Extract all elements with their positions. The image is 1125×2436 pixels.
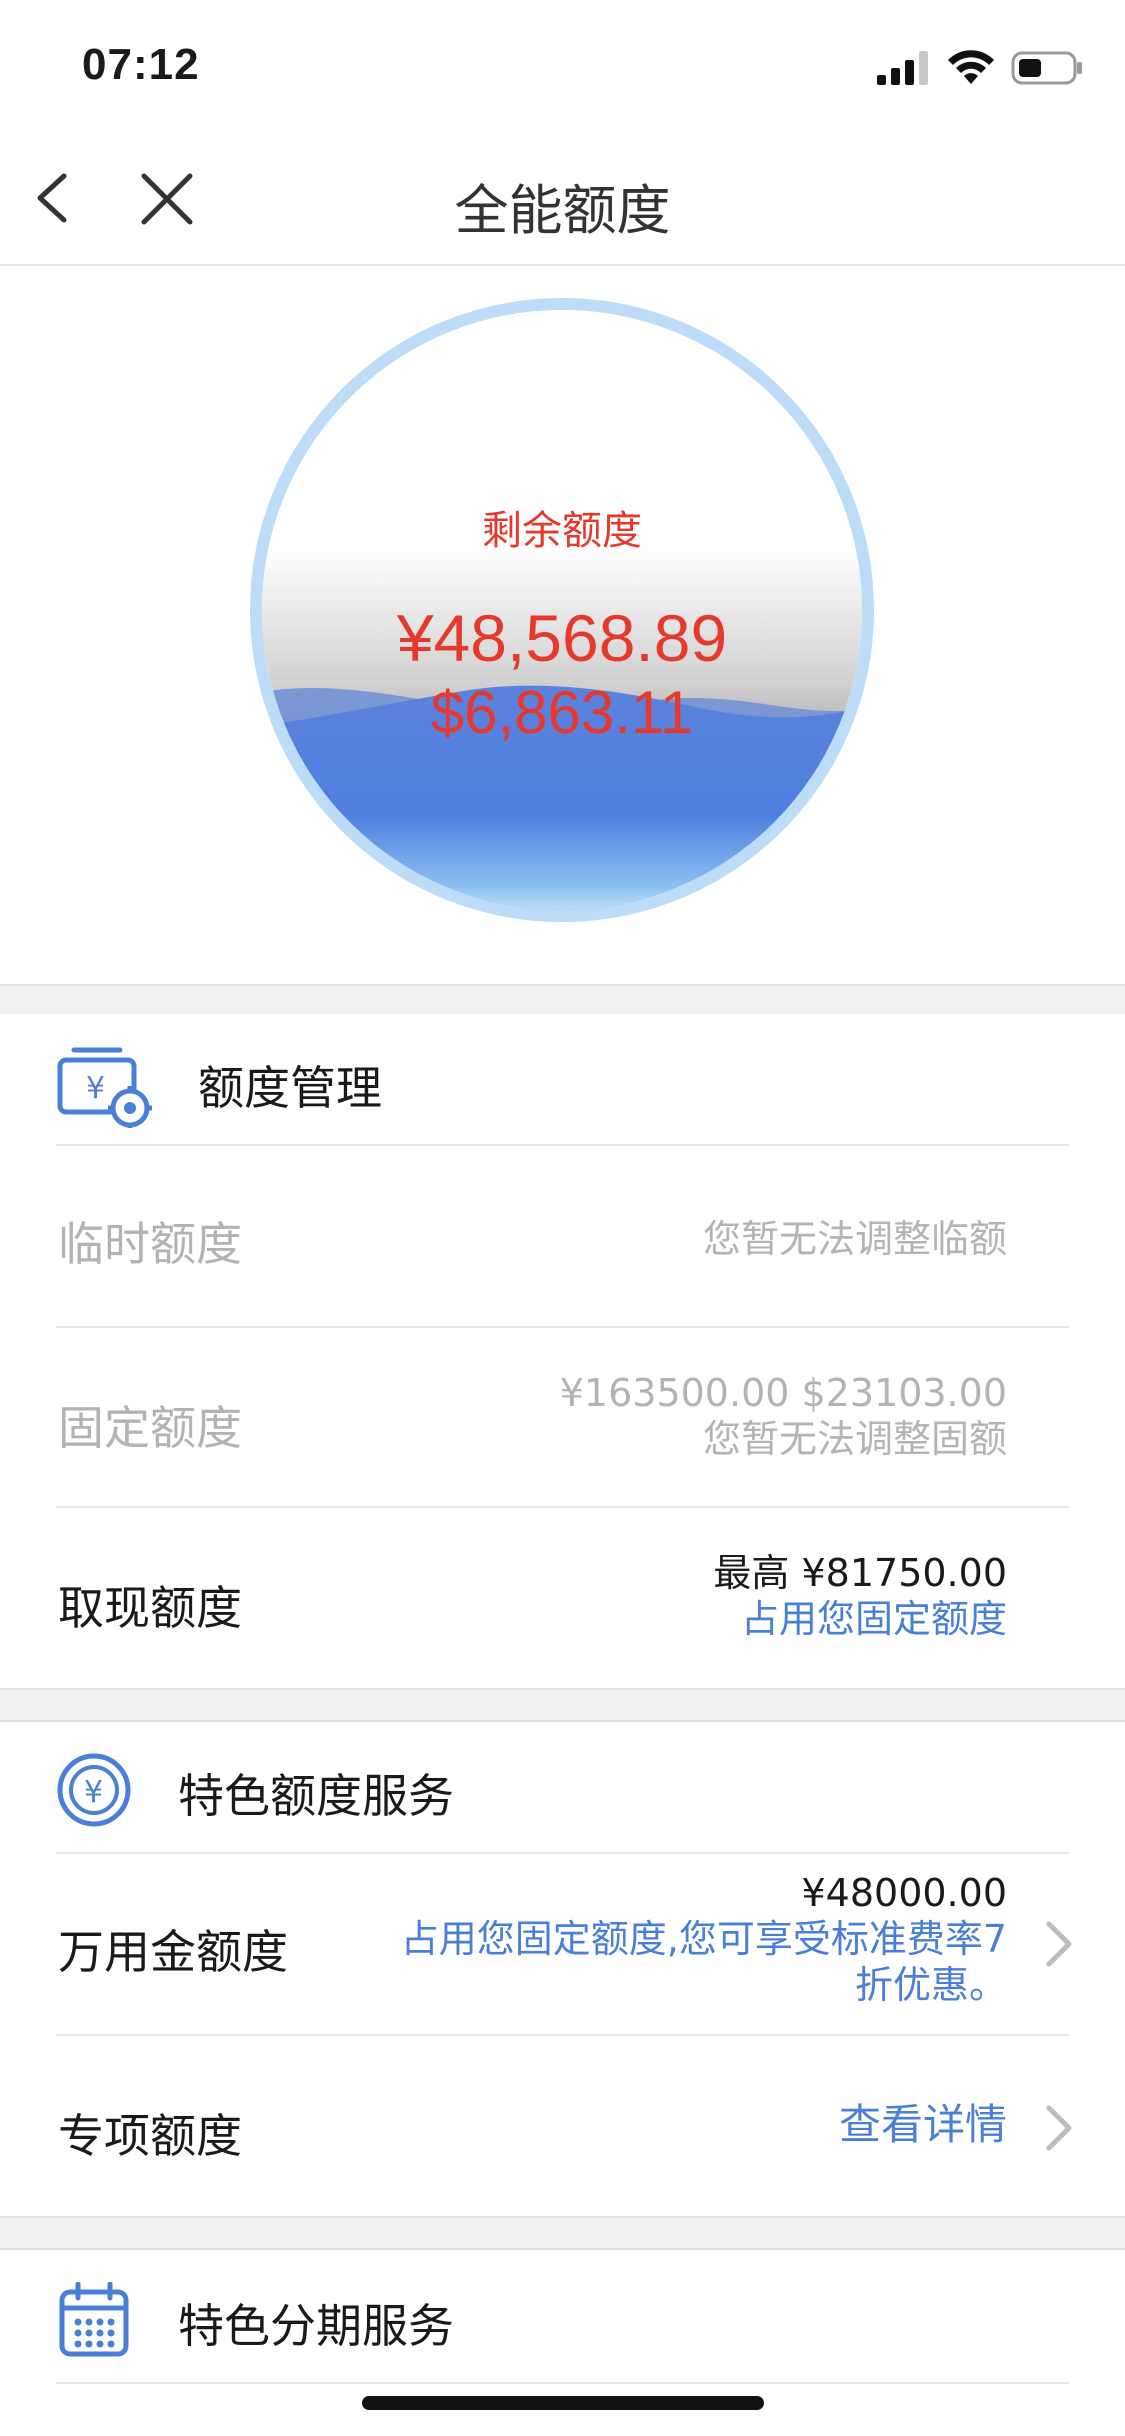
svg-text:¥: ¥	[86, 1071, 105, 1106]
fixed-limit-values: ¥163500.00 $23103.00 您暂无法调整固额	[560, 1370, 1007, 1462]
remaining-quota-usd: $6,863.11	[430, 679, 694, 746]
svg-text:¥: ¥	[84, 1775, 103, 1810]
battery-icon	[1011, 51, 1082, 85]
cash-advance-limit-note: 占用您固定额度	[740, 1597, 1007, 1641]
wanyongjin-limit-note-line2: 折优惠。	[854, 1963, 1007, 2007]
section-separator	[0, 984, 1125, 1016]
fixed-limit-row: 固定额度 ¥163500.00 $23103.00 您暂无法调整固额	[0, 1328, 1125, 1506]
cellular-signal-icon	[877, 51, 928, 85]
page-title: 全能额度	[454, 179, 671, 242]
status-bar: 07:12	[0, 0, 1125, 132]
divider	[56, 2382, 1069, 2384]
limit-management-header: ¥ 额度管理	[0, 1014, 1125, 1144]
yuan-coin-icon: ¥	[57, 1753, 131, 1827]
installment-service-title: 特色分期服务	[178, 2299, 454, 2353]
wanyongjin-limit-amount: ¥48000.00	[801, 1871, 1008, 1915]
remaining-quota-cny: ¥48,568.89	[396, 601, 728, 675]
installment-service-header: 特色分期服务	[0, 2250, 1125, 2380]
wanyongjin-limit-row[interactable]: 万用金额度 ¥48000.00 占用您固定额度,您可享受标准费率7 折优惠。	[0, 1854, 1125, 2032]
view-details-link[interactable]: 查看详情	[839, 2102, 1007, 2148]
cash-advance-limit-row[interactable]: 取现额度 最高 ¥81750.00 占用您固定额度	[0, 1508, 1125, 1686]
cash-advance-limit-label: 取现额度	[58, 1581, 242, 1635]
fixed-limit-status: 您暂无法调整固额	[702, 1417, 1007, 1461]
wanyongjin-limit-label: 万用金额度	[58, 1925, 288, 1979]
special-limit-service-section: ¥ 特色额度服务 万用金额度 ¥48000.00 占用您固定额度,您可享受标准费…	[0, 1722, 1125, 2214]
status-icons	[877, 48, 1083, 88]
wanyongjin-limit-values: ¥48000.00 占用您固定额度,您可享受标准费率7 折优惠。	[401, 1870, 1007, 2008]
home-indicator[interactable]	[362, 2396, 764, 2410]
chevron-right-icon	[1046, 2105, 1072, 2151]
limit-management-title: 额度管理	[198, 1061, 382, 1115]
quota-gauge: 剩余额度 ¥48,568.89 $6,863.11	[250, 298, 874, 922]
section-separator	[0, 2216, 1125, 2250]
cash-advance-limit-values: 最高 ¥81750.00 占用您固定额度	[713, 1550, 1007, 1642]
special-limit-service-title: 特色额度服务	[178, 1769, 454, 1823]
section-separator	[0, 1688, 1125, 1722]
special-purpose-limit-label: 专项额度	[58, 2109, 242, 2163]
calendar-icon	[59, 2282, 129, 2357]
chevron-right-icon	[1046, 1921, 1072, 1967]
nav-bar: 全能额度	[0, 132, 1125, 266]
limit-management-section: ¥ 额度管理 临时额度 您暂无法调整临额 固定额度 ¥163500.00 $23…	[0, 1014, 1125, 1686]
fixed-limit-amount: ¥163500.00 $23103.00	[559, 1371, 1007, 1415]
fixed-limit-label: 固定额度	[58, 1401, 242, 1455]
remaining-quota-label: 剩余额度	[482, 508, 642, 554]
remaining-quota-panel: 剩余额度 ¥48,568.89 $6,863.11	[0, 266, 1125, 984]
temporary-limit-label: 临时额度	[58, 1217, 242, 1271]
wallet-settings-icon: ¥	[57, 1047, 152, 1128]
temporary-limit-row: 临时额度 您暂无法调整临额	[0, 1146, 1125, 1324]
special-limit-service-header: ¥ 特色额度服务	[0, 1722, 1125, 1852]
wifi-icon	[948, 50, 994, 84]
status-time: 07:12	[82, 40, 200, 89]
temporary-limit-status: 您暂无法调整临额	[702, 1217, 1007, 1261]
cash-advance-limit-amount: 最高 ¥81750.00	[713, 1551, 1007, 1595]
wanyongjin-limit-note-line1: 占用您固定额度,您可享受标准费率7	[400, 1917, 1007, 1961]
special-purpose-limit-row[interactable]: 专项额度 查看详情	[0, 2036, 1125, 2214]
